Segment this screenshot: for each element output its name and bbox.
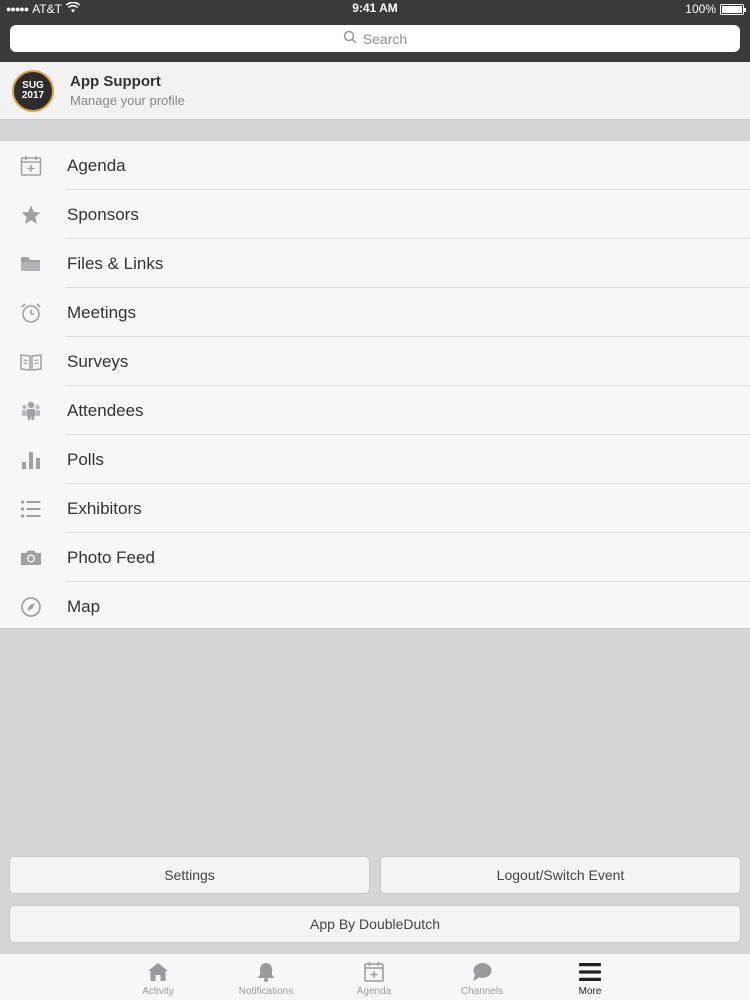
menu-item-label: Agenda [67,156,126,175]
tab-label: Activity [142,986,174,997]
bar-chart-icon [19,448,43,472]
profile-name: App Support [70,73,161,90]
menu-item-label: Surveys [67,352,129,371]
menu-item-label: Files & Links [67,254,164,273]
menu-item-exhibitors[interactable]: Exhibitors [0,484,750,533]
tab-label: More [578,986,602,997]
menu-item-photo-feed[interactable]: Photo Feed [0,533,750,582]
open-book-icon [19,350,43,374]
status-time: 9:41 AM [352,1,398,15]
event-logo-avatar: SUG 2017 [12,70,54,112]
battery-icon [720,3,746,15]
menu-item-label: Sponsors [67,205,139,224]
folder-icon [19,252,43,276]
people-icon [19,399,43,423]
status-right: 100% [685,2,746,16]
tab-label: Agenda [356,986,392,997]
bottom-tab-bar: Activity Notifications Agenda Channels M… [0,953,750,1000]
chat-bubble-icon [470,960,494,984]
profile-subtitle: Manage your profile [70,93,185,108]
hamburger-menu-icon [578,960,602,984]
tab-activity[interactable]: Activity [104,954,212,1000]
more-menu-list: Agenda Sponsors Files & Links Meetings S… [0,140,750,629]
menu-item-sponsors[interactable]: Sponsors [0,190,750,239]
list-icon [19,497,43,521]
menu-item-attendees[interactable]: Attendees [0,386,750,435]
tab-more[interactable]: More [536,954,644,1000]
tab-channels[interactable]: Channels [428,954,536,1000]
top-header: ●●●●● AT&T 9:41 AM 100% Search [0,0,750,62]
menu-item-surveys[interactable]: Surveys [0,337,750,386]
logout-switch-event-button[interactable]: Logout/Switch Event [380,856,741,894]
app-by-doubledutch-button[interactable]: App By DoubleDutch [9,905,741,943]
menu-item-label: Photo Feed [67,548,155,567]
battery-percent: 100% [685,2,716,16]
menu-item-polls[interactable]: Polls [0,435,750,484]
menu-item-label: Meetings [67,303,136,322]
tab-agenda[interactable]: Agenda [320,954,428,1000]
search-bar[interactable]: Search [10,25,740,52]
calendar-icon [362,960,386,984]
search-icon [343,30,357,47]
home-icon [146,960,170,984]
settings-button[interactable]: Settings [9,856,370,894]
camera-icon [19,546,43,570]
calendar-icon [19,154,43,178]
logo-text-line2: 2017 [21,90,45,101]
search-placeholder: Search [362,30,408,47]
menu-item-label: Exhibitors [67,499,142,518]
tab-label: Channels [460,986,504,997]
tab-notifications[interactable]: Notifications [212,954,320,1000]
menu-item-agenda[interactable]: Agenda [0,141,750,190]
menu-item-label: Polls [67,450,104,469]
profile-row[interactable]: SUG 2017 App Support Manage your profile [0,62,750,120]
compass-icon [19,595,43,619]
alarm-clock-icon [19,301,43,325]
menu-item-map[interactable]: Map [0,582,750,631]
menu-item-label: Attendees [67,401,144,420]
star-icon [19,203,43,227]
bell-icon [254,960,278,984]
tab-label: Notifications [238,986,294,997]
menu-item-files-links[interactable]: Files & Links [0,239,750,288]
menu-item-label: Map [67,597,101,616]
menu-item-meetings[interactable]: Meetings [0,288,750,337]
status-bar: ●●●●● AT&T 9:41 AM 100% [0,0,750,18]
